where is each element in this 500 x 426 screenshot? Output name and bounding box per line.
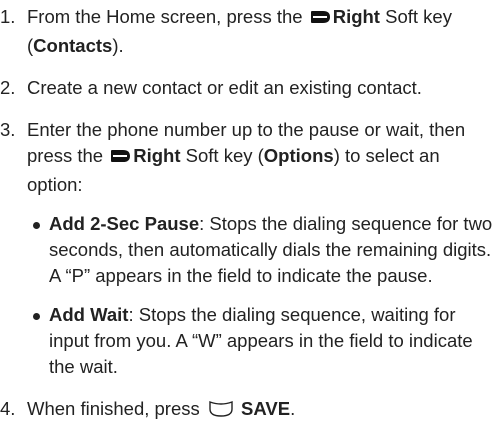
option-add-2-sec-pause: Add 2-Sec Pause: Stops the dialing seque… [27, 211, 500, 289]
key-label-right: Right [133, 145, 181, 166]
step-text: Create a new contact or edit an existing… [27, 77, 422, 98]
step-number: 2. [0, 77, 16, 98]
step-text: Soft key ( [180, 145, 264, 166]
right-soft-key-icon [110, 146, 132, 172]
step-number: 3. [0, 119, 16, 140]
key-label-save: SAVE [241, 398, 291, 419]
step-3: 3. Enter the phone number up to the paus… [0, 117, 500, 380]
option-list: Add 2-Sec Pause: Stops the dialing seque… [27, 211, 500, 380]
bullet-icon [33, 313, 40, 320]
instruction-page: 1. From the Home screen, press the Right… [0, 0, 500, 426]
step-4: 4. When finished, press SAVE. [0, 396, 500, 425]
step-text: . [290, 398, 296, 419]
step-text: ). [112, 35, 124, 56]
key-function-contacts: Contacts [33, 35, 113, 56]
step-text: From the Home screen, press the [27, 6, 308, 27]
option-title: Add 2-Sec Pause [49, 213, 200, 234]
step-number: 1. [0, 6, 16, 27]
key-function-options: Options [263, 145, 334, 166]
center-select-key-icon [207, 399, 235, 425]
right-soft-key-icon [310, 7, 332, 33]
step-number: 4. [0, 398, 16, 419]
step-2: 2. Create a new contact or edit an exist… [0, 75, 500, 101]
option-title: Add Wait [49, 304, 129, 325]
key-label-right: Right [332, 6, 380, 27]
step-text: When finished, press [27, 398, 205, 419]
option-add-wait: Add Wait: Stops the dialing sequence, wa… [27, 302, 500, 380]
step-1: 1. From the Home screen, press the Right… [0, 4, 500, 59]
bullet-icon [33, 222, 40, 229]
